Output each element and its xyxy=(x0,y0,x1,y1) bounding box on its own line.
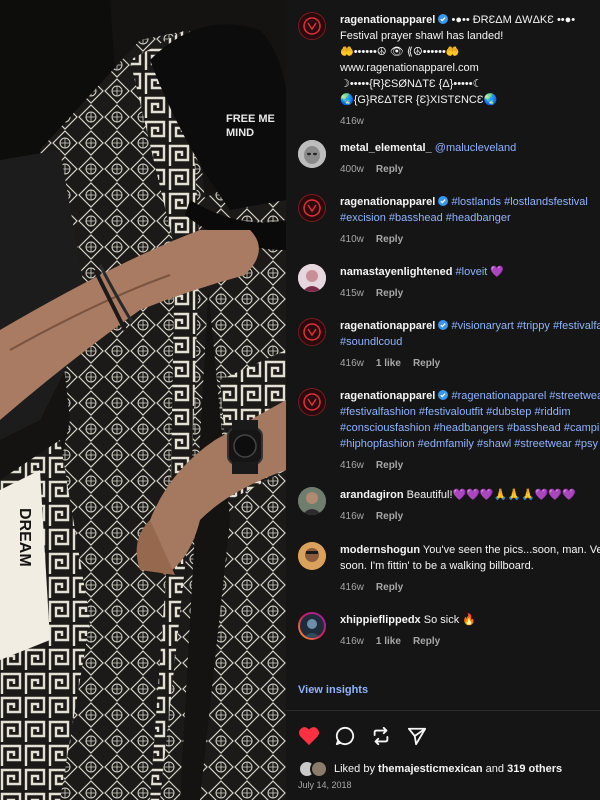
avatar-face-icon xyxy=(300,614,324,638)
timestamp[interactable]: 415w xyxy=(340,288,364,299)
cap-logo-text-1: FREE ME xyxy=(226,113,275,125)
avatar[interactable] xyxy=(298,12,326,40)
cap-logo-text-2: MIND xyxy=(226,127,254,139)
timestamp[interactable]: 416w xyxy=(340,636,364,647)
avatar-face-icon xyxy=(298,140,326,168)
heart-icon xyxy=(299,727,319,746)
caption-line: 🌏{G}RƐΔTƐR {Ɛ}XISTƐNCƐ🌏 xyxy=(340,94,498,106)
liked-by-joiner: and xyxy=(485,763,505,775)
liked-by: Liked by themajesticmexican and 319 othe… xyxy=(298,760,562,778)
avatar[interactable] xyxy=(298,264,326,292)
brand-logo-icon xyxy=(303,323,321,341)
like-count[interactable]: 1 like xyxy=(376,358,401,369)
comment-text: So sick 🔥 xyxy=(423,614,476,626)
like-count[interactable]: 1 like xyxy=(376,636,401,647)
post-photo[interactable]: FREE ME MIND DREAM xyxy=(0,0,286,800)
share-button[interactable] xyxy=(406,725,428,747)
reply-button[interactable]: Reply xyxy=(413,636,440,647)
avatar[interactable] xyxy=(298,487,326,515)
timestamp[interactable]: 416w xyxy=(340,358,364,369)
comment-button[interactable] xyxy=(334,725,356,747)
reply-button[interactable]: Reply xyxy=(376,460,403,471)
avatar-face-icon xyxy=(298,264,326,292)
username[interactable]: ragenationapparel xyxy=(340,196,435,208)
avatar[interactable] xyxy=(298,194,326,222)
username[interactable]: ragenationapparel xyxy=(340,390,435,402)
view-insights-link[interactable]: View insights xyxy=(298,684,368,696)
username[interactable]: metal_elemental_ xyxy=(340,142,432,154)
caption-line: www.ragenationapparel.com xyxy=(340,62,479,74)
caption-line: ☽•••••{R}ƐSØNΔTƐ {Δ}•••••☾ xyxy=(340,78,483,90)
share-icon xyxy=(407,727,427,746)
caption-line: •●•• ĐRƐΔM ΔWΔKƐ ••●• xyxy=(451,14,576,26)
username[interactable]: ragenationapparel xyxy=(340,320,435,332)
repost-icon xyxy=(373,726,389,746)
username[interactable]: namastayenlightened xyxy=(340,266,452,278)
comment-text: Beautiful!💜💜💜🙏🙏🙏💜💜💜 xyxy=(406,489,576,501)
liked-by-user[interactable]: themajesticmexican xyxy=(378,763,483,775)
verified-badge-icon xyxy=(438,196,449,206)
repost-button[interactable] xyxy=(370,725,392,747)
avatar-face-icon xyxy=(298,542,326,570)
comment-tags[interactable]: #loveit xyxy=(456,266,488,278)
timestamp[interactable]: 416w xyxy=(340,460,364,471)
timestamp[interactable]: 416w xyxy=(340,582,364,593)
verified-badge-icon xyxy=(438,390,449,400)
action-bar xyxy=(298,725,428,747)
divider xyxy=(286,710,600,711)
reply-button[interactable]: Reply xyxy=(376,288,403,299)
brand-logo-icon xyxy=(303,393,321,411)
brand-logo-icon xyxy=(303,17,321,35)
caption-line: 🤲••••••☮ 👁 ⟪☮••••••🤲 xyxy=(340,46,460,58)
timestamp[interactable]: 400w xyxy=(340,164,364,175)
shawl-text: DREAM xyxy=(16,508,33,567)
reply-button[interactable]: Reply xyxy=(413,358,440,369)
timestamp[interactable]: 416w xyxy=(340,116,364,127)
post-photo-art: FREE ME MIND DREAM xyxy=(0,0,286,800)
brand-logo-icon xyxy=(303,199,321,217)
avatar[interactable] xyxy=(298,140,326,168)
timestamp[interactable]: 410w xyxy=(340,234,364,245)
like-button[interactable] xyxy=(298,725,320,747)
username[interactable]: modernshogun xyxy=(340,544,420,556)
comment-text: 💜 xyxy=(490,266,505,278)
liked-by-prefix: Liked by xyxy=(334,763,375,775)
post-date[interactable]: July 14, 2018 xyxy=(298,780,352,790)
reply-button[interactable]: Reply xyxy=(376,164,403,175)
verified-badge-icon xyxy=(438,14,449,24)
avatar[interactable] xyxy=(298,542,326,570)
username[interactable]: xhippieflippedx xyxy=(340,614,421,626)
caption-line: Festival prayer shawl has landed! xyxy=(340,30,504,42)
comment-tags[interactable]: @malucleveland xyxy=(435,142,517,154)
avatar[interactable] xyxy=(298,318,326,346)
comments-scroll[interactable]: ragenationapparel •●•• ĐRƐΔM ΔWΔKƐ ••●• … xyxy=(286,0,600,706)
avatar-face-icon xyxy=(298,487,326,515)
avatar xyxy=(310,760,328,778)
comments-panel: ragenationapparel •●•• ĐRƐΔM ΔWΔKƐ ••●• … xyxy=(286,0,600,800)
avatar[interactable] xyxy=(298,612,326,640)
username[interactable]: arandagiron xyxy=(340,489,404,501)
comment-icon xyxy=(335,726,355,746)
timestamp[interactable]: 416w xyxy=(340,511,364,522)
reply-button[interactable]: Reply xyxy=(376,511,403,522)
avatar[interactable] xyxy=(298,388,326,416)
reply-button[interactable]: Reply xyxy=(376,582,403,593)
verified-badge-icon xyxy=(438,320,449,330)
liked-by-others[interactable]: 319 others xyxy=(507,763,562,775)
username[interactable]: ragenationapparel xyxy=(340,14,435,26)
reply-button[interactable]: Reply xyxy=(376,234,403,245)
